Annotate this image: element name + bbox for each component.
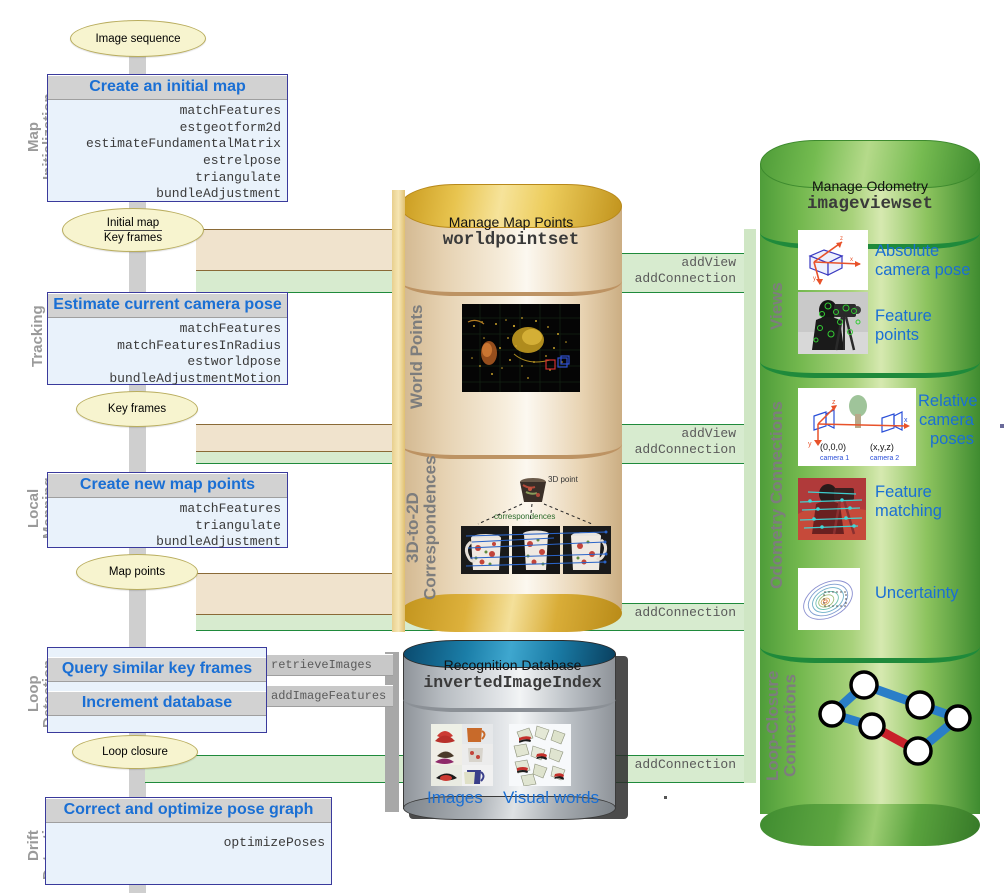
node-label: Initial map	[106, 216, 160, 229]
loop-box-spacer	[48, 648, 266, 657]
cylinder-title-recognition-database: Recognition Database invertedImageIndex	[403, 657, 622, 692]
process-box-title: Create new map points	[48, 473, 287, 498]
function-name: matchFeaturesInRadius	[117, 337, 281, 353]
thumbnail-visual-words	[509, 724, 571, 786]
node-label: Map points	[108, 566, 166, 578]
item-label-feature-points: Feature points	[875, 307, 932, 344]
diagram-canvas: Map Initialization Tracking Local Mappin…	[0, 0, 1007, 893]
node-key-frames[interactable]: Key frames	[76, 391, 198, 427]
process-box-loop-detection[interactable]: Query similar key frames Increment datab…	[47, 647, 267, 733]
svg-text:z: z	[832, 399, 836, 406]
section-label-loop-closure-connections: Loop-Closure Connections	[763, 670, 800, 782]
process-box-functions: matchFeatures matchFeaturesInRadius estw…	[48, 318, 287, 393]
loop-function-add-image-features: addImageFeatures	[267, 685, 393, 707]
thumbnail-world-points-cloud	[462, 304, 580, 392]
svg-text:x: x	[850, 257, 853, 263]
cylinder-title-code: imageviewset	[806, 194, 934, 214]
item-label-feature-matching: Feature matching	[875, 483, 942, 520]
process-box-functions: matchFeatures triangulate bundleAdjustme…	[48, 498, 287, 556]
worldpointset-left-highlight	[392, 190, 405, 632]
svg-text:3D point: 3D point	[548, 475, 579, 484]
function-name: estworldpose	[187, 354, 281, 370]
function-name: matchFeatures	[179, 501, 281, 516]
loop-row-title-query[interactable]: Query similar key frames	[48, 657, 266, 682]
node-label: Key frames	[107, 403, 167, 415]
node-label: Loop closure	[102, 746, 168, 758]
node-initial-map-key-frames[interactable]: Initial map Key frames	[62, 208, 204, 252]
function-name: estimateFundamentalMatrix	[85, 136, 281, 152]
process-box-functions: matchFeatures estgeotform2d estimateFund…	[48, 100, 287, 208]
svg-text:x: x	[904, 417, 908, 424]
decorative-dot	[1000, 424, 1004, 428]
recognition-db-left-bar	[385, 652, 399, 812]
function-name: retrieveImages	[271, 658, 372, 672]
node-label: Key frames	[103, 229, 163, 244]
caption-visual-words: Visual words	[503, 788, 600, 807]
thumbnail-images-grid	[431, 724, 493, 786]
cylinder-imageviewset[interactable]: Manage Odometry imageviewset Views z x y…	[760, 140, 980, 846]
svg-text:(x,y,z): (x,y,z)	[870, 442, 894, 452]
caption-images: Images	[427, 788, 483, 807]
svg-text:z: z	[840, 236, 843, 242]
function-name: bundleAdjustmentMotion	[109, 370, 281, 386]
function-name: matchFeatures	[179, 321, 281, 336]
thumbnail-relative-camera-poses: z x y (0,0,0) camera 1 (x,y,z) camera 2	[798, 388, 916, 466]
thumbnail-feature-matching	[798, 478, 866, 540]
node-loop-closure[interactable]: Loop closure	[72, 735, 198, 769]
section-label-world-points: World Points	[407, 304, 426, 410]
function-name: triangulate	[195, 169, 281, 185]
svg-text:(0,0,0): (0,0,0)	[820, 442, 846, 452]
thumbnail-feature-points	[798, 292, 868, 354]
cylinder-worldpointset[interactable]: Manage Map Points worldpointset World Po…	[400, 184, 622, 632]
cylinder-title-imageviewset: Manage Odometry imageviewset	[760, 178, 980, 214]
svg-text:y: y	[808, 441, 812, 448]
process-box-title: Correct and optimize pose graph	[46, 798, 331, 823]
function-name: triangulate	[195, 517, 281, 533]
item-label-uncertainty: Uncertainty	[875, 584, 959, 602]
process-box-create-new-map-points[interactable]: Create new map points matchFeatures tria…	[47, 472, 288, 549]
process-box-title: Estimate current camera pose	[48, 293, 287, 318]
node-image-sequence[interactable]: Image sequence	[70, 20, 206, 57]
function-name: estgeotform2d	[179, 119, 281, 135]
loop-row-title-increment[interactable]: Increment database	[48, 691, 266, 716]
cylinder-title-code: invertedImageIndex	[423, 673, 602, 692]
loop-box-spacer	[48, 682, 266, 691]
node-map-points[interactable]: Map points	[76, 554, 198, 590]
cylinder-title-worldpointset: Manage Map Points worldpointset	[400, 214, 622, 250]
function-name: matchFeatures	[179, 103, 281, 118]
green-band-edge-strip	[744, 229, 756, 783]
process-box-functions: optimizePoses	[46, 823, 331, 857]
decorative-dot	[664, 796, 667, 799]
cylinder-bottom-cap	[760, 804, 980, 846]
function-name: optimizePoses	[223, 835, 325, 850]
section-label-odometry-connections: Odometry Connections	[767, 401, 786, 589]
thumbnail-absolute-camera-pose: z x y	[798, 230, 868, 290]
process-box-estimate-current-camera-pose[interactable]: Estimate current camera pose matchFeatur…	[47, 292, 288, 386]
svg-text:camera 1: camera 1	[820, 455, 849, 462]
cylinder-title-line1: Manage Odometry	[812, 178, 928, 194]
cylinder-title-line1: Recognition Database	[443, 657, 582, 673]
cylinder-title-line1: Manage Map Points	[448, 214, 574, 230]
cylinder-recognition-database[interactable]: Recognition Database invertedImageIndex	[403, 640, 628, 820]
thumbnail-uncertainty	[798, 568, 860, 630]
function-name: bundleAdjustment	[156, 186, 281, 202]
process-box-correct-optimize-pose-graph[interactable]: Correct and optimize pose graph optimize…	[45, 797, 332, 885]
node-label: Image sequence	[95, 32, 181, 45]
process-box-title: Create an initial map	[48, 75, 287, 100]
svg-text:correspondences: correspondences	[494, 512, 555, 521]
process-box-create-initial-map[interactable]: Create an initial map matchFeatures estg…	[47, 74, 288, 202]
graphic-pose-graph	[810, 652, 976, 772]
item-label-relative-camera-poses: Relative camera poses	[918, 392, 978, 448]
svg-text:camera 2: camera 2	[870, 455, 899, 462]
section-label-views: Views	[767, 282, 786, 330]
item-label-absolute-camera-pose: Absolute camera pose	[875, 242, 971, 279]
svg-text:y: y	[813, 276, 816, 282]
section-label-3d-to-2d-correspondences: 3D-to-2D Correspondences	[403, 455, 440, 601]
function-name: bundleAdjustment	[156, 534, 281, 550]
function-name: estrelpose	[202, 152, 281, 168]
loop-function-retrieve-images: retrieveImages	[267, 654, 393, 676]
thumbnail-3d-to-2d-correspondences: 3D point correspondences	[456, 474, 616, 579]
function-name: addImageFeatures	[271, 689, 387, 703]
cylinder-title-code: worldpointset	[442, 230, 580, 250]
